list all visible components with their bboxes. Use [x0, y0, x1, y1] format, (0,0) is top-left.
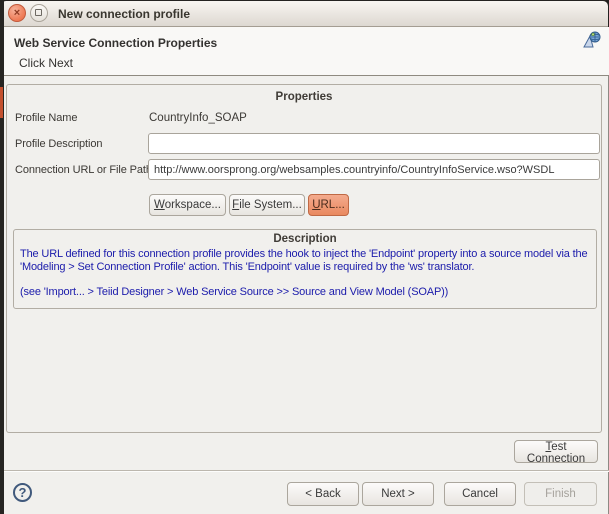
connection-url-label: Connection URL or File Path: [15, 164, 152, 176]
connection-url-input[interactable]: [148, 159, 600, 180]
window-left-edge: [0, 0, 4, 514]
close-icon[interactable]: ×: [8, 4, 26, 22]
file-system-button-label: ile System...: [239, 199, 302, 211]
page-title: Web Service Connection Properties: [14, 36, 217, 50]
maximize-icon[interactable]: [30, 4, 48, 22]
next-button[interactable]: Next >: [362, 482, 434, 506]
page-subtitle: Click Next: [19, 56, 73, 70]
workspace-button[interactable]: Workspace...: [149, 194, 226, 216]
profile-name-value: CountryInfo_SOAP: [149, 112, 247, 124]
titlebar[interactable]: × New connection profile: [1, 1, 608, 27]
test-connection-label: est Connection: [527, 441, 585, 465]
properties-group-label: Properties: [7, 91, 601, 103]
description-text: The URL defined for this connection prof…: [20, 248, 590, 299]
description-paragraph-1: The URL defined for this connection prof…: [20, 248, 590, 273]
profile-description-label: Profile Description: [15, 138, 102, 150]
help-button[interactable]: ?: [13, 483, 32, 502]
description-paragraph-2: (see 'Import... > Teiid Designer > Web S…: [20, 286, 590, 299]
wizard-header: Web Service Connection Properties Click …: [0, 27, 609, 76]
workspace-button-label: orkspace...: [165, 199, 221, 211]
cancel-button[interactable]: Cancel: [444, 482, 516, 506]
file-system-button[interactable]: File System...: [229, 194, 305, 216]
back-button[interactable]: < Back: [287, 482, 359, 506]
url-button[interactable]: URL...: [308, 194, 349, 216]
description-group: Description The URL defined for this con…: [13, 229, 597, 309]
dialog-window: × New connection profile Web Service Con…: [0, 0, 609, 514]
url-button-label: RL...: [321, 199, 345, 211]
web-service-wizard-icon: [582, 31, 602, 50]
profile-name-label: Profile Name: [15, 112, 77, 124]
description-group-label: Description: [14, 233, 596, 245]
workspace-button-mnemonic: W: [154, 199, 165, 211]
url-button-mnemonic: U: [312, 199, 320, 211]
footer-separator: [4, 470, 609, 472]
profile-description-input[interactable]: [148, 133, 600, 154]
properties-group: Properties Profile Name CountryInfo_SOAP…: [6, 84, 602, 433]
window-title: New connection profile: [58, 1, 190, 27]
finish-button[interactable]: Finish: [524, 482, 597, 506]
test-connection-button[interactable]: Test Connection: [514, 440, 598, 463]
maximize-square-glyph: [35, 9, 42, 16]
window-edge-orange-segment: [0, 87, 3, 118]
